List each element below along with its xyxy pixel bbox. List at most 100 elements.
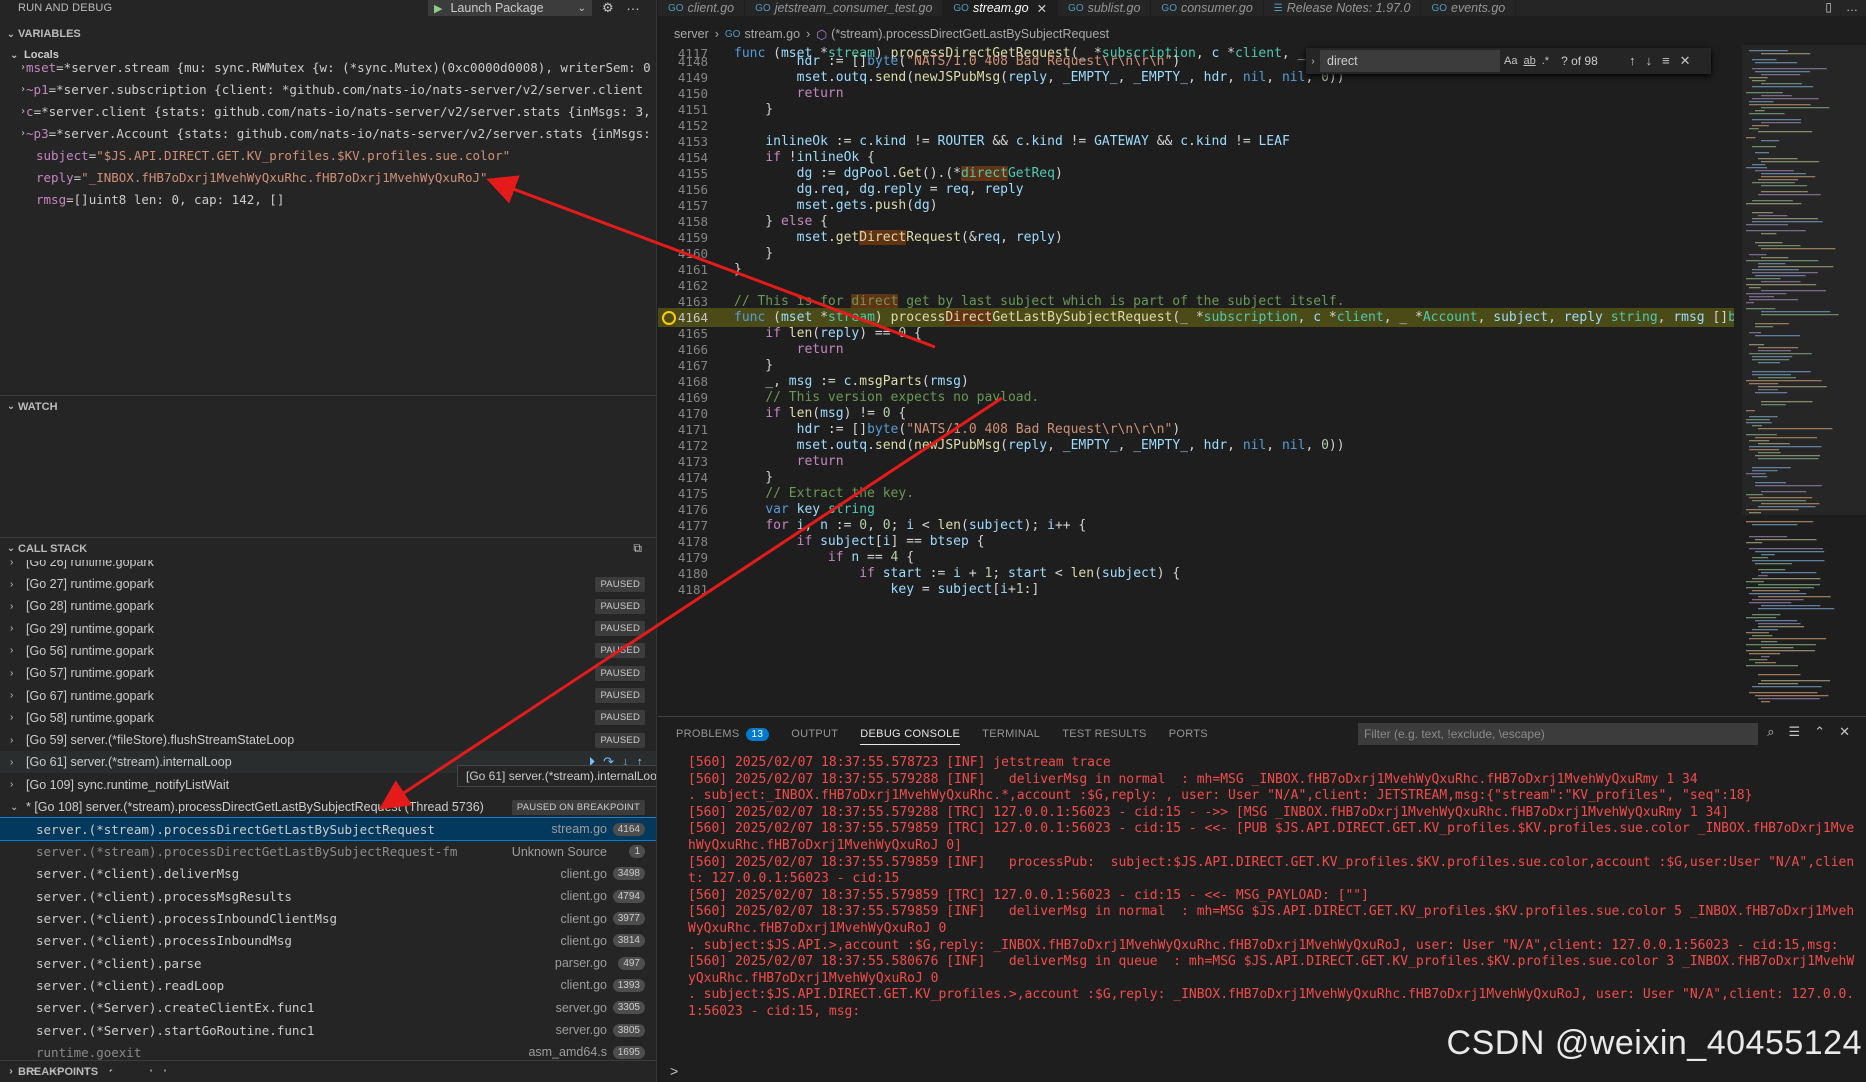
stack-frame[interactable]: server.(*client).deliverMsg client.go 3498 (0, 863, 656, 885)
editor-tab[interactable]: GO events.go (1421, 0, 1517, 16)
minimap-slider[interactable] (1742, 45, 1866, 515)
thread-row[interactable]: › [Go 56] runtime.gopark PAUSED (0, 640, 656, 662)
variable-row[interactable]: › c = *server.client {stats: github.com/n… (20, 100, 650, 122)
chevron-right-icon[interactable]: › (0, 623, 26, 634)
variable-row[interactable]: rmsg = []uint8 len: 0, cap: 142, [] (36, 188, 656, 210)
console-prompt-icon[interactable]: > (670, 1063, 678, 1079)
thread-row[interactable]: ⌄ * [Go 108] server.(*stream).processDire… (0, 796, 656, 818)
match-case-icon[interactable]: Aa (1504, 55, 1517, 67)
console-log-line[interactable]: [560] 2025/02/07 18:37:55.579859 [TRC] 1… (688, 888, 1858, 905)
chevron-right-icon[interactable]: › (0, 757, 26, 768)
watch-section-header[interactable]: ⌄ WATCH (0, 395, 656, 417)
stack-frame[interactable]: server.(*client).processInboundClientMsg… (0, 908, 656, 930)
chevron-right-icon[interactable]: › (0, 668, 26, 679)
find-input[interactable]: direct (1320, 50, 1500, 72)
chevron-right-icon[interactable]: › (0, 645, 26, 656)
next-match-icon[interactable]: ↓ (1646, 53, 1653, 69)
debug-console-output[interactable]: [560] 2025/02/07 18:37:55.578723 [INF] j… (688, 755, 1858, 1021)
console-filter-input[interactable]: Filter (e.g. text, !exclude, \escape) (1358, 723, 1758, 745)
chevron-right-icon[interactable]: › (0, 579, 26, 590)
panel-tab[interactable]: OUTPUT (791, 717, 838, 751)
chevron-right-icon[interactable]: › (0, 601, 26, 612)
stack-frame[interactable]: server.(*Server).startGoRoutine.func1 ser… (0, 1019, 656, 1041)
console-log-line[interactable]: [560] 2025/02/07 18:37:55.580676 [INF] d… (688, 954, 1858, 987)
chevron-down-icon[interactable]: ⌄ (0, 802, 26, 813)
editor-tab[interactable]: GO consumer.go (1151, 0, 1264, 16)
variable-row[interactable]: › mset = *server.stream {mu: sync.RWMutex… (20, 56, 650, 78)
variable-row[interactable]: reply = "_INBOX.fHB7oDxrj1MvehWyQxuRhc.f… (36, 166, 656, 188)
code-editor[interactable]: 4117 func (mset *stream) processDirectGet… (658, 45, 1734, 715)
console-log-line[interactable]: . subject:$JS.API.DIRECT.GET.KV_profiles… (688, 987, 1858, 1020)
chevron-right-icon[interactable]: › (0, 690, 26, 701)
panel-tab[interactable]: TEST RESULTS (1062, 717, 1147, 751)
console-log-line[interactable]: [560] 2025/02/07 18:37:55.579859 [INF] d… (688, 904, 1858, 937)
more-actions-icon[interactable]: … (626, 0, 640, 13)
editor-tab[interactable]: ☰ Release Notes: 1.97.0 (1264, 0, 1422, 16)
toggle-replace-icon[interactable]: › (1306, 56, 1320, 67)
breadcrumb-file[interactable]: stream.go (744, 27, 800, 41)
panel-tab[interactable]: PROBLEMS 13 (676, 717, 770, 751)
maximize-panel-icon[interactable]: ⌃ (1814, 724, 1825, 740)
minimap[interactable] (1742, 45, 1866, 715)
previous-match-icon[interactable]: ↑ (1629, 53, 1636, 69)
clear-console-icon[interactable]: ☰ (1789, 724, 1801, 740)
thread-row[interactable]: › [Go 59] server.(*fileStore).flushStream… (0, 729, 656, 751)
chevron-right-icon[interactable]: › (0, 712, 26, 723)
stack-frame-line: 3498 (612, 867, 645, 881)
whole-word-icon[interactable]: ab (1523, 55, 1535, 67)
split-editor-icon[interactable]: ▯ (1825, 0, 1832, 14)
stack-frame[interactable]: server.(*client).processMsgResults client… (0, 885, 656, 907)
variable-row[interactable]: › ~p1 = *server.subscription {client: *gi… (20, 78, 650, 100)
panel-tab[interactable]: PORTS (1169, 717, 1208, 751)
console-log-line[interactable]: [560] 2025/02/07 18:37:55.578723 [INF] j… (688, 755, 1858, 772)
variable-row[interactable]: subject = "$JS.API.DIRECT.GET.KV_profile… (36, 144, 656, 166)
more-actions-icon[interactable]: … (1846, 0, 1858, 14)
minimap-line (1749, 536, 1788, 538)
editor-tab[interactable]: GO stream.go ✕ (943, 0, 1059, 16)
regex-icon[interactable]: .* (1542, 55, 1549, 67)
chevron-right-icon[interactable]: › (0, 735, 26, 746)
stack-frame[interactable]: server.(*client).readLoop client.go 1393 (0, 974, 656, 996)
find-in-selection-icon[interactable]: ≡ (1662, 53, 1670, 69)
console-log-line[interactable]: [560] 2025/02/07 18:37:55.579288 [INF] d… (688, 772, 1858, 789)
chevron-right-icon[interactable]: › (0, 779, 26, 790)
breadcrumb-folder[interactable]: server (674, 27, 709, 41)
thread-row[interactable]: › [Go 29] runtime.gopark PAUSED (0, 618, 656, 640)
call-stack-section-header[interactable]: ⌄ CALL STACK ⧉ (0, 537, 656, 559)
stack-frame[interactable]: server.(*client).processInboundMsg client… (0, 930, 656, 952)
thread-row[interactable]: › [Go 67] runtime.gopark PAUSED (0, 685, 656, 707)
breakpoint-current-icon[interactable] (662, 310, 676, 325)
editor-tab[interactable]: GO sublist.go (1058, 0, 1152, 16)
thread-row[interactable]: › [Go 27] runtime.gopark PAUSED (0, 573, 656, 595)
stack-frame[interactable]: server.(*Server).createClientEx.func1 ser… (0, 997, 656, 1019)
thread-row[interactable]: › [Go 58] runtime.gopark PAUSED (0, 707, 656, 729)
breakpoints-section-header[interactable]: › BREAKPOINTS (0, 1060, 656, 1082)
editor-tab[interactable]: GO client.go (658, 0, 746, 16)
gear-icon[interactable]: ⚙ (602, 0, 614, 16)
launch-config-select[interactable]: ▶ Launch Package ⌄ (428, 0, 592, 16)
console-log-line[interactable]: . subject:$JS.API.>,account :$G,reply: _… (688, 938, 1858, 955)
close-icon[interactable]: ✕ (1037, 1, 1047, 16)
panel-tab[interactable]: TERMINAL (982, 717, 1040, 751)
stack-frame[interactable]: server.(*client).parse parser.go 497 (0, 952, 656, 974)
console-log-line[interactable]: [560] 2025/02/07 18:37:55.579288 [TRC] 1… (688, 805, 1858, 822)
thread-row[interactable]: › [Go 57] runtime.gopark PAUSED (0, 662, 656, 684)
panel-tab[interactable]: DEBUG CONSOLE (860, 717, 961, 751)
code-line[interactable]: 4181 key = subject[i+1:] (658, 580, 1734, 599)
editor-tab[interactable]: GO jetstream_consumer_test.go (745, 0, 944, 16)
chevron-down-icon[interactable]: ⌄ (578, 3, 586, 14)
thread-row[interactable]: › [Go 28] runtime.gopark PAUSED (0, 595, 656, 617)
variables-section-header[interactable]: ⌄ VARIABLES (0, 23, 656, 45)
collapse-all-icon[interactable]: ⧉ (633, 541, 642, 556)
console-log-line[interactable]: [560] 2025/02/07 18:37:55.579859 [TRC] 1… (688, 821, 1858, 854)
search-icon[interactable]: ⌕ (1767, 724, 1774, 740)
breadcrumb-symbol[interactable]: (*stream).processDirectGetLastBySubjectR… (831, 27, 1109, 41)
stack-frame[interactable]: server.(*stream).processDirectGetLastByS… (0, 817, 656, 842)
start-debugging-icon[interactable]: ▶ (434, 2, 442, 15)
close-icon[interactable]: ✕ (1680, 53, 1691, 69)
console-log-line[interactable]: . subject:_INBOX.fHB7oDxrj1MvehWyQxuRhc.… (688, 788, 1858, 805)
variable-row[interactable]: › ~p3 = *server.Account {stats: github.co… (20, 122, 650, 144)
stack-frame[interactable]: server.(*stream).processDirectGetLastByS… (0, 841, 656, 863)
console-log-line[interactable]: [560] 2025/02/07 18:37:55.579859 [INF] p… (688, 855, 1858, 888)
close-icon[interactable]: ✕ (1839, 724, 1850, 740)
